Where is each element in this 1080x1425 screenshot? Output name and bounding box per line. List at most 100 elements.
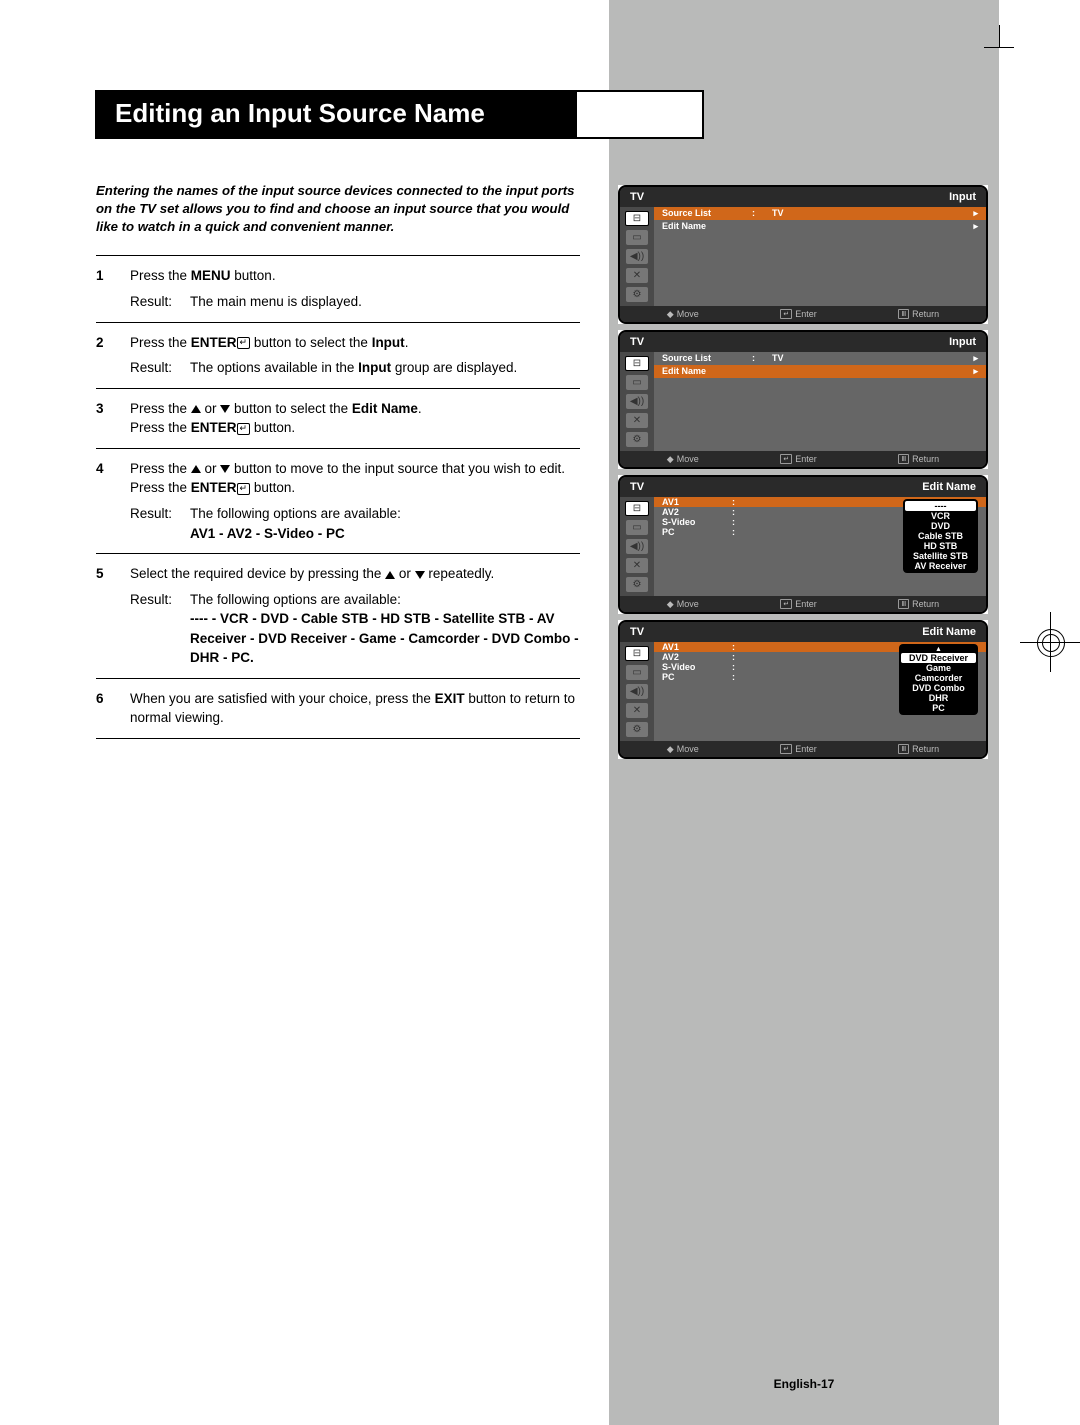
step-5: 5 Select the required device by pressing… [96, 564, 580, 668]
result-text: The following options are available: ---… [190, 590, 580, 668]
triangle-up-icon [191, 405, 201, 413]
step-number: 3 [96, 399, 130, 438]
osd-dropdown: ----VCRDVDCable STBHD STBSatellite STBAV… [903, 499, 978, 573]
result-row: Result: The following options are availa… [130, 504, 580, 543]
osd-screenshot: TVEdit Name ⊟ ▭ ◀)) ✕ ⚙ AV1: AV2: S-Vide… [618, 475, 988, 614]
sound-icon: ◀)) [626, 684, 648, 699]
move-hint: ◆ Move [667, 744, 699, 754]
move-hint: ◆ Move [667, 454, 699, 464]
osd-menu-row: Source List:TV▸ [654, 352, 986, 365]
osd-icon-column: ⊟ ▭ ◀)) ✕ ⚙ [620, 352, 654, 451]
sound-icon: ◀)) [626, 539, 648, 554]
input-icon: ⊟ [625, 646, 649, 661]
dropdown-option: DHR [901, 693, 976, 703]
result-text: The following options are available: AV1… [190, 504, 580, 543]
return-hint: Ⅲ Return [898, 599, 939, 609]
enter-icon: ↵ [237, 423, 251, 435]
dropdown-option: Game [901, 663, 976, 673]
return-hint: Ⅲ Return [898, 309, 939, 319]
result-label: Result: [130, 590, 190, 668]
enter-icon: ↵ [237, 483, 251, 495]
enter-hint: ↵ Enter [780, 744, 816, 754]
result-label: Result: [130, 358, 190, 378]
picture-icon: ▭ [626, 665, 648, 680]
osd-icon-column: ⊟ ▭ ◀)) ✕ ⚙ [620, 497, 654, 596]
dropdown-option: DVD Receiver [901, 653, 976, 663]
step-text: Select the required device by pressing t… [130, 564, 580, 584]
move-hint: ◆ Move [667, 309, 699, 319]
enter-hint: ↵ Enter [780, 309, 816, 319]
divider [96, 388, 580, 389]
input-icon: ⊟ [625, 211, 649, 226]
osd-box: TVInput ⊟ ▭ ◀)) ✕ ⚙ Source List:TV▸ Edit… [618, 330, 988, 469]
step-4: 4 Press the or button to move to the inp… [96, 459, 580, 543]
osd-screenshot: TVInput ⊟ ▭ ◀)) ✕ ⚙ Source List:TV▸ Edit… [618, 330, 988, 469]
step-3: 3 Press the or button to select the Edit… [96, 399, 580, 438]
step-text: Press the ENTER↵ button to select the In… [130, 333, 580, 353]
setup-icon: ⚙ [626, 432, 648, 447]
dropdown-option: Cable STB [905, 531, 976, 541]
osd-screenshot: TVInput ⊟ ▭ ◀)) ✕ ⚙ Source List:TV▸ Edit… [618, 185, 988, 324]
divider [96, 678, 580, 679]
osd-menu-row: Source List:TV▸ [654, 207, 986, 220]
osd-screenshot: TVEdit Name ⊟ ▭ ◀)) ✕ ⚙ AV1: AV2: S-Vide… [618, 620, 988, 759]
dropdown-option: Satellite STB [905, 551, 976, 561]
osd-menu-row: Edit Name▸ [654, 365, 986, 378]
osd-box: TVEdit Name ⊟ ▭ ◀)) ✕ ⚙ AV1: AV2: S-Vide… [618, 620, 988, 759]
input-icon: ⊟ [625, 356, 649, 371]
enter-icon: ↵ [237, 337, 251, 349]
step-text: Press the or button to move to the input… [130, 459, 580, 479]
step-number: 2 [96, 333, 130, 378]
triangle-down-icon [220, 465, 230, 473]
page-number: English-17 [609, 1377, 999, 1391]
step-text: Press the MENU button. [130, 266, 580, 286]
page: Editing an Input Source Name Entering th… [0, 0, 1080, 1425]
divider [96, 255, 580, 256]
osd-icon-column: ⊟ ▭ ◀)) ✕ ⚙ [620, 642, 654, 741]
channel-icon: ✕ [626, 268, 648, 283]
step-number: 4 [96, 459, 130, 543]
osd-dropdown: ▲DVD ReceiverGameCamcorderDVD ComboDHRPC [899, 644, 978, 715]
step-1: 1 Press the MENU button. Result: The mai… [96, 266, 580, 311]
setup-icon: ⚙ [626, 577, 648, 592]
dropdown-option: Camcorder [901, 673, 976, 683]
dropdown-option: VCR [905, 511, 976, 521]
step-6: 6 When you are satisfied with your choic… [96, 689, 580, 728]
osd-footer: ◆ Move ↵ Enter Ⅲ Return [620, 306, 986, 322]
osd-footer: ◆ Move ↵ Enter Ⅲ Return [620, 451, 986, 467]
picture-icon: ▭ [626, 230, 648, 245]
dropdown-option: AV Receiver [905, 561, 976, 571]
osd-titlebar: TVEdit Name [620, 622, 986, 642]
osd-titlebar: TVInput [620, 332, 986, 352]
result-row: Result: The following options are availa… [130, 590, 580, 668]
channel-icon: ✕ [626, 703, 648, 718]
dropdown-option: PC [901, 703, 976, 713]
osd-titlebar: TVEdit Name [620, 477, 986, 497]
divider [96, 553, 580, 554]
enter-hint: ↵ Enter [780, 454, 816, 464]
step-number: 5 [96, 564, 130, 668]
dropdown-option: DVD Combo [901, 683, 976, 693]
title-box: Editing an Input Source Name [95, 90, 704, 139]
step-text: Press the ENTER↵ button. [130, 418, 580, 438]
triangle-up-icon [385, 571, 395, 579]
osd-icon-column: ⊟ ▭ ◀)) ✕ ⚙ [620, 207, 654, 306]
divider [96, 738, 580, 739]
main-content: Entering the names of the input source d… [96, 182, 580, 749]
input-icon: ⊟ [625, 501, 649, 516]
triangle-up-icon [191, 465, 201, 473]
channel-icon: ✕ [626, 558, 648, 573]
sound-icon: ◀)) [626, 394, 648, 409]
osd-box: TVInput ⊟ ▭ ◀)) ✕ ⚙ Source List:TV▸ Edit… [618, 185, 988, 324]
result-label: Result: [130, 292, 190, 312]
return-hint: Ⅲ Return [898, 744, 939, 754]
picture-icon: ▭ [626, 375, 648, 390]
osd-titlebar: TVInput [620, 187, 986, 207]
triangle-down-icon [220, 405, 230, 413]
intro-text: Entering the names of the input source d… [96, 182, 580, 235]
divider [96, 322, 580, 323]
dropdown-option: HD STB [905, 541, 976, 551]
dropdown-option: ---- [905, 501, 976, 511]
setup-icon: ⚙ [626, 287, 648, 302]
step-2: 2 Press the ENTER↵ button to select the … [96, 333, 580, 378]
